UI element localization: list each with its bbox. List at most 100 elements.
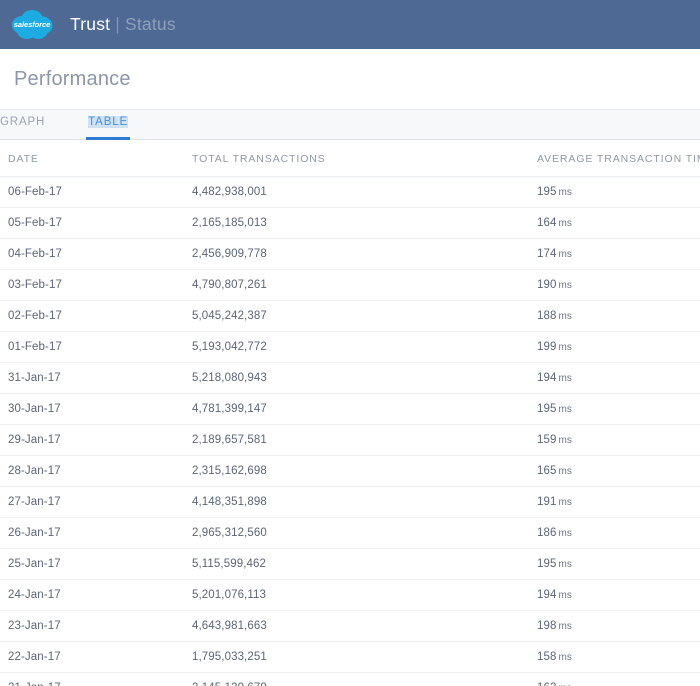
cell-total-transactions: 2,456,909,778 bbox=[192, 238, 537, 270]
table-row: 05-Feb-17 2,165,185,013 164 ms bbox=[0, 207, 700, 239]
cell-date: 30-Jan-17 bbox=[0, 393, 192, 425]
avg-time-value: 199 bbox=[537, 341, 557, 353]
avg-time-value: 164 bbox=[537, 217, 557, 229]
cell-total-transactions: 2,145,130,679 bbox=[192, 672, 537, 686]
avg-time-value: 195 bbox=[537, 558, 557, 570]
cell-date: 31-Jan-17 bbox=[0, 362, 192, 394]
cell-average-transaction-time: 195 ms bbox=[537, 548, 700, 580]
cell-date: 05-Feb-17 bbox=[0, 207, 192, 239]
cell-date: 29-Jan-17 bbox=[0, 424, 192, 456]
cell-total-transactions: 5,045,242,387 bbox=[192, 300, 537, 332]
column-header-date[interactable]: DATE bbox=[0, 140, 192, 177]
avg-time-value: 191 bbox=[537, 496, 557, 508]
table-row: 24-Jan-17 5,201,076,113 194 ms bbox=[0, 579, 700, 611]
cell-total-transactions: 4,148,351,898 bbox=[192, 486, 537, 518]
cell-total-transactions: 5,201,076,113 bbox=[192, 579, 537, 611]
performance-table-container: DATE TOTAL TRANSACTIONS AVERAGE TRANSACT… bbox=[0, 140, 700, 686]
table-row: 29-Jan-17 2,189,657,581 159 ms bbox=[0, 424, 700, 456]
avg-time-unit: ms bbox=[558, 528, 573, 539]
table-row: 26-Jan-17 2,965,312,560 186 ms bbox=[0, 517, 700, 549]
cell-average-transaction-time: 174 ms bbox=[537, 238, 700, 270]
table-header-row: DATE TOTAL TRANSACTIONS AVERAGE TRANSACT… bbox=[0, 140, 700, 177]
cell-total-transactions: 5,193,042,772 bbox=[192, 331, 537, 363]
cell-total-transactions: 4,790,807,261 bbox=[192, 269, 537, 301]
table-row: 28-Jan-17 2,315,162,698 165 ms bbox=[0, 455, 700, 487]
avg-time-unit: ms bbox=[558, 590, 573, 601]
table-row: 02-Feb-17 5,045,242,387 188 ms bbox=[0, 300, 700, 332]
avg-time-value: 159 bbox=[537, 434, 557, 446]
table-row: 30-Jan-17 4,781,399,147 195 ms bbox=[0, 393, 700, 425]
cell-date: 24-Jan-17 bbox=[0, 579, 192, 611]
brand-separator: | bbox=[115, 14, 120, 34]
avg-time-unit: ms bbox=[558, 621, 573, 632]
page-title-bar: Performance bbox=[0, 49, 700, 110]
cell-date: 26-Jan-17 bbox=[0, 517, 192, 549]
avg-time-value: 186 bbox=[537, 527, 557, 539]
table-row: 31-Jan-17 5,218,080,943 194 ms bbox=[0, 362, 700, 394]
avg-time-unit: ms bbox=[558, 187, 573, 198]
cell-total-transactions: 2,965,312,560 bbox=[192, 517, 537, 549]
cell-date: 04-Feb-17 bbox=[0, 238, 192, 270]
avg-time-unit: ms bbox=[558, 218, 573, 229]
avg-time-value: 190 bbox=[537, 279, 557, 291]
avg-time-value: 174 bbox=[537, 248, 557, 260]
cell-average-transaction-time: 195 ms bbox=[537, 393, 700, 425]
tab-table-label: TABLE bbox=[88, 115, 128, 128]
cell-average-transaction-time: 194 ms bbox=[537, 362, 700, 394]
cell-date: 02-Feb-17 bbox=[0, 300, 192, 332]
brand-trust-label: Trust bbox=[70, 14, 111, 34]
cell-date: 27-Jan-17 bbox=[0, 486, 192, 518]
avg-time-value: 198 bbox=[537, 620, 557, 632]
cell-total-transactions: 2,315,162,698 bbox=[192, 455, 537, 487]
avg-time-unit: ms bbox=[558, 559, 573, 570]
cell-average-transaction-time: 188 ms bbox=[537, 300, 700, 332]
table-row: 23-Jan-17 4,643,981,663 198 ms bbox=[0, 610, 700, 642]
avg-time-unit: ms bbox=[558, 497, 573, 508]
cell-total-transactions: 2,189,657,581 bbox=[192, 424, 537, 456]
avg-time-value: 195 bbox=[537, 186, 557, 198]
avg-time-value: 188 bbox=[537, 310, 557, 322]
tab-bar: GRAPH TABLE bbox=[0, 110, 700, 140]
cell-average-transaction-time: 159 ms bbox=[537, 424, 700, 456]
cell-date: 01-Feb-17 bbox=[0, 331, 192, 363]
cell-total-transactions: 5,115,599,462 bbox=[192, 548, 537, 580]
cell-total-transactions: 5,218,080,943 bbox=[192, 362, 537, 394]
cell-date: 23-Jan-17 bbox=[0, 610, 192, 642]
cell-average-transaction-time: 195 ms bbox=[537, 176, 700, 208]
cell-average-transaction-time: 158 ms bbox=[537, 641, 700, 673]
cell-average-transaction-time: 199 ms bbox=[537, 331, 700, 363]
cell-average-transaction-time: 165 ms bbox=[537, 455, 700, 487]
top-header-bar: salesforce Trust | Status bbox=[0, 0, 700, 49]
cell-average-transaction-time: 194 ms bbox=[537, 579, 700, 611]
table-row: 27-Jan-17 4,148,351,898 191 ms bbox=[0, 486, 700, 518]
cell-date: 28-Jan-17 bbox=[0, 455, 192, 487]
table-header: DATE TOTAL TRANSACTIONS AVERAGE TRANSACT… bbox=[0, 140, 700, 177]
column-header-average-transaction-time[interactable]: AVERAGE TRANSACTION TIME bbox=[537, 140, 700, 177]
salesforce-cloud-logo-icon[interactable]: salesforce bbox=[8, 7, 56, 43]
avg-time-value: 194 bbox=[537, 589, 557, 601]
performance-table: DATE TOTAL TRANSACTIONS AVERAGE TRANSACT… bbox=[0, 140, 700, 686]
avg-time-value: 195 bbox=[537, 403, 557, 415]
column-header-total-transactions[interactable]: TOTAL TRANSACTIONS bbox=[192, 140, 537, 177]
table-row: 01-Feb-17 5,193,042,772 199 ms bbox=[0, 331, 700, 363]
table-body: 06-Feb-17 4,482,938,001 195 ms 05-Feb-17 2,16… bbox=[0, 176, 700, 686]
table-row: 25-Jan-17 5,115,599,462 195 ms bbox=[0, 548, 700, 580]
tab-table[interactable]: TABLE bbox=[86, 110, 130, 140]
table-row: 04-Feb-17 2,456,909,778 174 ms bbox=[0, 238, 700, 270]
tab-graph[interactable]: GRAPH bbox=[0, 110, 61, 139]
table-row: 06-Feb-17 4,482,938,001 195 ms bbox=[0, 176, 700, 208]
brand-status-label: Status bbox=[124, 14, 176, 34]
table-row: 21-Jan-172,145,130,679162ms bbox=[0, 672, 700, 686]
cell-average-transaction-time: 164 ms bbox=[537, 207, 700, 239]
avg-time-unit: ms bbox=[558, 249, 573, 260]
brand-title[interactable]: Trust | Status bbox=[70, 14, 176, 35]
cell-average-transaction-time: 198 ms bbox=[537, 610, 700, 642]
avg-time-value: 158 bbox=[537, 651, 557, 663]
cell-date: 21-Jan-17 bbox=[0, 672, 192, 686]
cell-total-transactions: 1,795,033,251 bbox=[192, 641, 537, 673]
avg-time-unit: ms bbox=[558, 373, 573, 384]
cell-date: 25-Jan-17 bbox=[0, 548, 192, 580]
cell-total-transactions: 4,643,981,663 bbox=[192, 610, 537, 642]
avg-time-unit: ms bbox=[558, 342, 573, 353]
cell-average-transaction-time: 191 ms bbox=[537, 486, 700, 518]
